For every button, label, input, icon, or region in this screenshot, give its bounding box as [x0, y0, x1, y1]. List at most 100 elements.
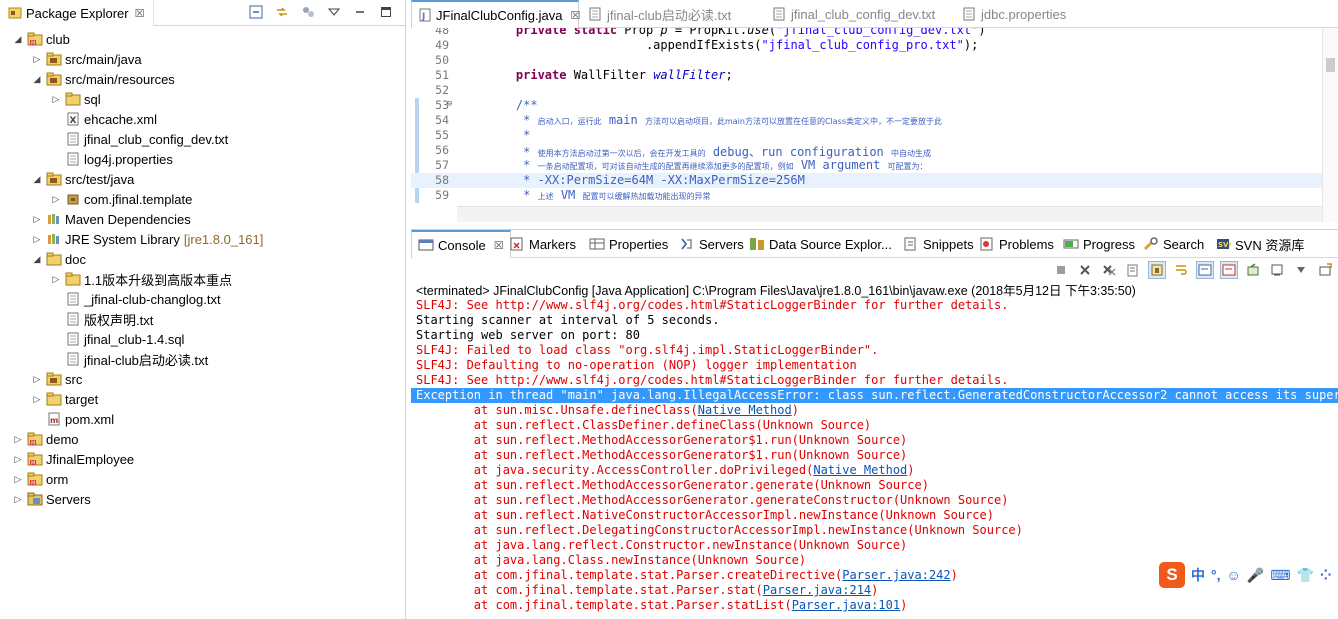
stack-trace-link[interactable]: Native Method — [698, 403, 792, 417]
collapsed-arrow-icon[interactable]: ▷ — [31, 53, 43, 65]
console-line[interactable]: SLF4J: See http://www.slf4j.org/codes.ht… — [411, 373, 1338, 388]
console-line[interactable]: Starting web server on port: 80 — [411, 328, 1338, 343]
ime-toolbox-icon[interactable]: ⁘ — [1320, 567, 1332, 584]
editor-tab[interactable]: jdbc.properties — [955, 0, 1085, 28]
scroll-lock-icon[interactable] — [1148, 261, 1166, 279]
console-line[interactable]: SLF4J: Defaulting to no-operation (NOP) … — [411, 358, 1338, 373]
code-line[interactable]: 51 private WallFilter wallFilter; — [411, 68, 1338, 83]
show-on-stdout-icon[interactable] — [1196, 261, 1214, 279]
close-icon[interactable]: ☒ — [135, 7, 145, 20]
tree-item[interactable]: m pom.xml — [31, 409, 114, 429]
console-tab-snippets[interactable]: Snippets — [903, 230, 974, 258]
tree-item[interactable]: ▷ src/main/java — [31, 49, 142, 69]
pin-console-icon[interactable] — [1244, 261, 1262, 279]
ime-punctuation-icon[interactable]: °, — [1211, 567, 1221, 583]
expanded-arrow-icon[interactable]: ◢ — [31, 253, 43, 265]
tree-item[interactable]: ▷ src — [31, 369, 83, 389]
console-line[interactable]: at java.security.AccessController.doPriv… — [411, 463, 1338, 478]
console-line[interactable]: at sun.reflect.MethodAccessorGenerator.g… — [411, 493, 1338, 508]
code-line[interactable]: 53 ⊖ /** — [411, 98, 1338, 113]
view-menu-icon[interactable] — [327, 5, 341, 19]
console-line[interactable]: at sun.reflect.MethodAccessorGenerator.g… — [411, 478, 1338, 493]
collapsed-arrow-icon[interactable]: ▷ — [50, 193, 62, 205]
code-line[interactable]: 57 * 一条启动配置项，可对该自动生成的配置再继续添加更多的配置项，例如 VM… — [411, 158, 1338, 173]
tree-item[interactable]: Xehcache.xml — [50, 109, 157, 129]
tree-item[interactable]: ▷ sql — [50, 89, 101, 109]
console-tab-progress[interactable]: Progress — [1063, 230, 1135, 258]
ime-chinese-mode[interactable]: 中 — [1191, 565, 1205, 585]
collapsed-arrow-icon[interactable]: ▷ — [31, 213, 43, 225]
console-line[interactable]: at sun.reflect.ClassDefiner.defineClass(… — [411, 418, 1338, 433]
collapsed-arrow-icon[interactable]: ▷ — [31, 233, 43, 245]
word-wrap-icon[interactable] — [1172, 261, 1190, 279]
code-line[interactable]: 55 * — [411, 128, 1338, 143]
open-console-icon[interactable] — [1316, 261, 1334, 279]
expanded-arrow-icon[interactable]: ◢ — [12, 33, 24, 45]
console-line[interactable]: at java.lang.reflect.Constructor.newInst… — [411, 538, 1338, 553]
tree-item[interactable]: ◢ src/main/resources — [31, 69, 175, 89]
code-line[interactable]: 48 private static Prop p = PropKit.use("… — [411, 28, 1338, 38]
code-line[interactable]: 52 — [411, 83, 1338, 98]
stack-trace-link[interactable]: Parser.java:242 — [842, 568, 950, 582]
scroll-thumb[interactable] — [1326, 58, 1335, 72]
tree-item[interactable]: ◢ src/test/java — [31, 169, 135, 189]
minimize-icon[interactable] — [353, 5, 367, 19]
collapsed-arrow-icon[interactable]: ▷ — [31, 393, 43, 405]
tree-item[interactable]: ▷ Morm — [12, 469, 69, 489]
code-line[interactable]: 56 * 使用本方法启动过第一次以后，会在开发工具的 debug、run con… — [411, 143, 1338, 159]
tree-item[interactable]: ▷ com.jfinal.template — [50, 189, 193, 209]
console-tab-properties[interactable]: Properties — [589, 230, 668, 258]
close-icon[interactable]: ☒ — [570, 9, 580, 22]
tree-item[interactable]: ▷ Mdemo — [12, 429, 79, 449]
tree-item[interactable]: _jfinal-club-changlog.txt — [50, 289, 221, 309]
remove-launch-icon[interactable] — [1076, 261, 1094, 279]
code-line[interactable]: 50 — [411, 53, 1338, 68]
editor-tab[interactable]: jfinal_club_config_dev.txt — [765, 0, 945, 28]
code-area[interactable]: 48 private static Prop p = PropKit.use("… — [411, 28, 1338, 206]
code-line[interactable]: 54 * 启动入口，运行此 main 方法可以启动项目，此main方法可以放置在… — [411, 113, 1338, 128]
tree-item[interactable]: ▷ M JfinalEmployee — [12, 449, 135, 469]
tree-item[interactable]: ▷ target — [31, 389, 99, 409]
tree-item[interactable]: ▷ Servers — [12, 489, 91, 509]
ime-emoji-icon[interactable]: ☺ — [1227, 567, 1241, 583]
console-line[interactable]: at sun.reflect.MethodAccessorGenerator$1… — [411, 448, 1338, 463]
tab-package-explorer[interactable]: Package Explorer ☒ — [0, 0, 154, 26]
editor-tab[interactable]: J JFinalClubConfig.java ☒ — [411, 0, 580, 28]
tree-item[interactable]: ▷ JRE System Library [jre1.8.0_161] — [31, 229, 264, 249]
code-line[interactable]: 58 * -XX:PermSize=64M -XX:MaxPermSize=25… — [411, 173, 1338, 188]
display-selected-console-icon[interactable] — [1268, 261, 1286, 279]
clear-console-icon[interactable] — [1124, 261, 1142, 279]
code-line[interactable]: 49 .appendIfExists("jfinal_club_config_p… — [411, 38, 1338, 53]
console-tab-problems[interactable]: Problems — [979, 230, 1054, 258]
collapsed-arrow-icon[interactable]: ▷ — [50, 273, 62, 285]
selected-console-line[interactable]: Exception in thread "main" java.lang.Ill… — [411, 388, 1338, 403]
tree-item[interactable]: log4j.properties — [50, 149, 173, 169]
focus-icon[interactable] — [301, 5, 315, 19]
console-line[interactable]: at com.jfinal.template.stat.Parser.statL… — [411, 598, 1338, 613]
collapsed-arrow-icon[interactable]: ▷ — [12, 473, 24, 485]
editor-tab[interactable]: jfinal-club启动必读.txt — [581, 0, 751, 28]
collapse-all-icon[interactable] — [249, 5, 263, 19]
console-tab-servers[interactable]: Servers — [679, 230, 744, 258]
chevron-down-icon[interactable] — [1292, 261, 1310, 279]
show-on-stderr-icon[interactable] — [1220, 261, 1238, 279]
collapsed-arrow-icon[interactable]: ▷ — [12, 453, 24, 465]
tree-item[interactable]: ◢ Mclub — [12, 29, 70, 49]
code-line[interactable]: 59 * 上述 VM 配置可以缓解热加载功能出现的异常 — [411, 188, 1338, 203]
console-line[interactable]: Starting scanner at interval of 5 second… — [411, 313, 1338, 328]
tree-item[interactable]: ◢ doc — [31, 249, 86, 269]
expanded-arrow-icon[interactable]: ◢ — [31, 173, 43, 185]
tree-item[interactable]: 版权声明.txt — [50, 309, 153, 329]
remove-all-terminated-icon[interactable] — [1100, 261, 1118, 279]
console-line[interactable]: at sun.reflect.MethodAccessorGenerator$1… — [411, 433, 1338, 448]
console-tab-data-source[interactable]: Data Source Explor... — [749, 230, 892, 258]
console-tab-svn[interactable]: SVN SVN 资源库 — [1215, 230, 1304, 258]
ime-voice-icon[interactable]: 🎤 — [1247, 567, 1264, 584]
collapsed-arrow-icon[interactable]: ▷ — [12, 433, 24, 445]
tree-item[interactable]: jfinal_club_config_dev.txt — [50, 129, 228, 149]
console-line[interactable]: at sun.misc.Unsafe.defineClass(Native Me… — [411, 403, 1338, 418]
fold-toggle-icon[interactable]: ⊖ — [447, 99, 452, 109]
link-with-editor-icon[interactable] — [275, 5, 289, 19]
maximize-icon[interactable] — [379, 5, 393, 19]
sogou-logo-icon[interactable]: S — [1159, 562, 1185, 588]
